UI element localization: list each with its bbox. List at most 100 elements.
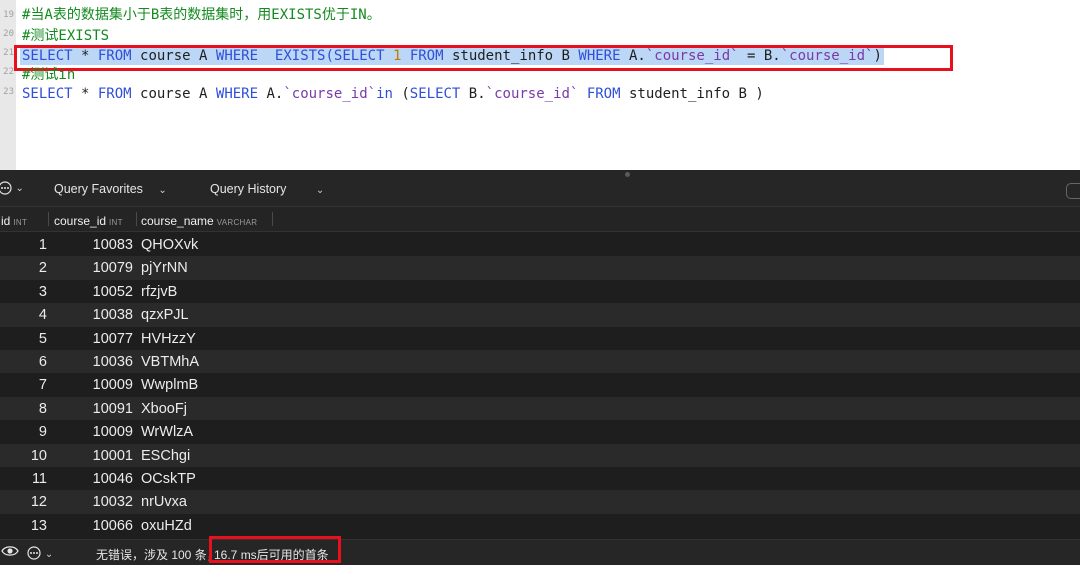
status-options-button[interactable]: ⌄	[27, 544, 53, 560]
cell-id[interactable]: 7	[0, 377, 47, 393]
cell-course-id[interactable]: 10036	[50, 354, 133, 370]
chevron-down-icon: ⌄	[158, 185, 167, 196]
cell-course-id[interactable]: 10046	[50, 471, 133, 487]
table-row[interactable]: 2 10079 pjYrNN	[0, 256, 1080, 280]
keyword: SELECT	[22, 86, 73, 102]
column-type: VARCHAR	[216, 218, 258, 227]
cell-course-id[interactable]: 10083	[50, 237, 133, 253]
table-row[interactable]: 12 10032 nrUvxa	[0, 490, 1080, 514]
cell-course-name[interactable]: XbooFj	[141, 401, 187, 417]
cell-id[interactable]: 13	[0, 518, 47, 534]
cell-id[interactable]: 3	[0, 284, 47, 300]
code-token: student_info B )	[620, 86, 764, 102]
code-token: A.	[258, 86, 284, 102]
table-row[interactable]: 11 10046 OCskTP	[0, 467, 1080, 490]
cell-id[interactable]: 8	[0, 401, 47, 417]
cell-course-id[interactable]: 10032	[50, 494, 133, 510]
cell-id[interactable]: 12	[0, 494, 47, 510]
identifier: `course_id`	[283, 86, 377, 102]
results-toolbar: ⌄ Query Favorites ⌄ Query History ⌄	[0, 170, 1080, 206]
identifier: `course_id`	[485, 86, 579, 102]
table-row[interactable]: 4 10038 qzxPJL	[0, 303, 1080, 327]
cell-course-name[interactable]: VBTMhA	[141, 354, 199, 370]
column-divider[interactable]	[48, 212, 49, 226]
cell-id[interactable]: 2	[0, 260, 47, 276]
cell-course-id[interactable]: 10077	[50, 331, 133, 347]
options-menu-button[interactable]: ⌄	[0, 180, 24, 195]
cell-course-id[interactable]: 10009	[50, 424, 133, 440]
cell-course-name[interactable]: rfzjvB	[141, 284, 177, 300]
line-number: 23	[3, 87, 14, 97]
cell-course-id[interactable]: 10052	[50, 284, 133, 300]
cell-course-name[interactable]: oxuHZd	[141, 518, 192, 534]
cell-course-name[interactable]: HVHzzY	[141, 331, 196, 347]
table-row[interactable]: 9 10009 WrWlzA	[0, 420, 1080, 443]
cell-course-id[interactable]: 10079	[50, 260, 133, 276]
panel-toggle-button[interactable]	[1066, 183, 1080, 199]
column-name: course_name	[141, 214, 214, 228]
keyword: SELECT	[409, 86, 461, 102]
keyword: in	[376, 86, 393, 102]
cell-id[interactable]: 1	[0, 237, 47, 253]
chevron-down-icon: ⌄	[44, 549, 54, 560]
cell-course-name[interactable]: WrWlzA	[141, 424, 193, 440]
cell-id[interactable]: 9	[0, 424, 47, 440]
column-header-course-id[interactable]: course_id INT	[54, 214, 123, 228]
ellipsis-circle-icon	[0, 181, 12, 195]
cell-id[interactable]: 10	[0, 448, 47, 464]
cell-course-name[interactable]: ESChgi	[141, 448, 190, 464]
cell-course-name[interactable]: WwplmB	[141, 377, 198, 393]
cell-id[interactable]: 4	[0, 307, 47, 323]
table-row[interactable]: 5 10077 HVHzzY	[0, 327, 1080, 350]
cell-course-name[interactable]: OCskTP	[141, 471, 196, 487]
code-line-comment[interactable]: #测试in	[22, 66, 75, 84]
code-token: course A	[131, 86, 216, 102]
query-favorites-button[interactable]: Query Favorites ⌄	[54, 182, 167, 196]
keyword: WHERE	[215, 86, 259, 102]
results-table-header: id INT course_id INT course_name VARCHAR	[0, 206, 1080, 232]
cell-course-id[interactable]: 10038	[50, 307, 133, 323]
column-divider[interactable]	[136, 212, 137, 226]
code-line-comment[interactable]: #测试EXISTS	[22, 27, 109, 45]
cell-id[interactable]: 11	[0, 471, 47, 487]
cell-course-name[interactable]: QHOXvk	[141, 237, 198, 253]
table-row[interactable]: 8 10091 XbooFj	[0, 396, 1080, 421]
cell-course-id[interactable]: 10091	[50, 401, 133, 417]
code-token: *	[72, 86, 98, 102]
column-divider[interactable]	[272, 212, 273, 226]
column-header-id[interactable]: id INT	[1, 214, 27, 228]
cell-id[interactable]: 5	[0, 331, 47, 347]
cell-course-id[interactable]: 10001	[50, 448, 133, 464]
highlight-box	[209, 536, 341, 563]
code-line-comment[interactable]: #当A表的数据集小于B表的数据集时，用EXISTS优于IN。	[22, 6, 381, 24]
code-line-in-query[interactable]: SELECT * FROM course A WHERE A.`course_i…	[22, 85, 764, 103]
query-favorites-label: Query Favorites	[54, 182, 143, 196]
table-row[interactable]: 13 10066 oxuHZd	[0, 514, 1080, 537]
cell-id[interactable]: 6	[0, 354, 47, 370]
eye-icon[interactable]	[1, 544, 19, 561]
table-row[interactable]: 10 10001 ESChgi	[0, 443, 1080, 467]
table-row[interactable]: 7 10009 WwplmB	[0, 373, 1080, 396]
table-row[interactable]: 6 10036 VBTMhA	[0, 350, 1080, 374]
cell-course-name[interactable]: nrUvxa	[141, 494, 187, 510]
cell-course-name[interactable]: pjYrNN	[141, 260, 188, 276]
line-number: 21	[3, 48, 14, 58]
sql-editor[interactable]: 19 20 21 22 23 #当A表的数据集小于B表的数据集时，用EXISTS…	[0, 0, 1080, 170]
column-header-course-name[interactable]: course_name VARCHAR	[141, 214, 257, 228]
cell-course-id[interactable]: 10009	[50, 377, 133, 393]
ellipsis-circle-icon	[27, 546, 41, 560]
keyword: FROM	[97, 86, 132, 102]
cell-course-name[interactable]: qzxPJL	[141, 307, 189, 323]
table-row[interactable]: 3 10052 rfzjvB	[0, 280, 1080, 303]
query-history-button[interactable]: Query History ⌄	[210, 182, 324, 196]
keyword: FROM	[586, 86, 621, 102]
column-type: INT	[109, 218, 123, 227]
chevron-down-icon: ⌄	[15, 183, 24, 194]
line-number: 22	[3, 67, 14, 77]
code-token: (	[392, 86, 410, 102]
cell-course-id[interactable]: 10066	[50, 518, 133, 534]
line-number-gutter: 19 20 21 22 23	[0, 0, 16, 170]
resize-handle[interactable]	[625, 172, 630, 177]
table-row[interactable]: 1 10083 QHOXvk	[0, 233, 1080, 256]
